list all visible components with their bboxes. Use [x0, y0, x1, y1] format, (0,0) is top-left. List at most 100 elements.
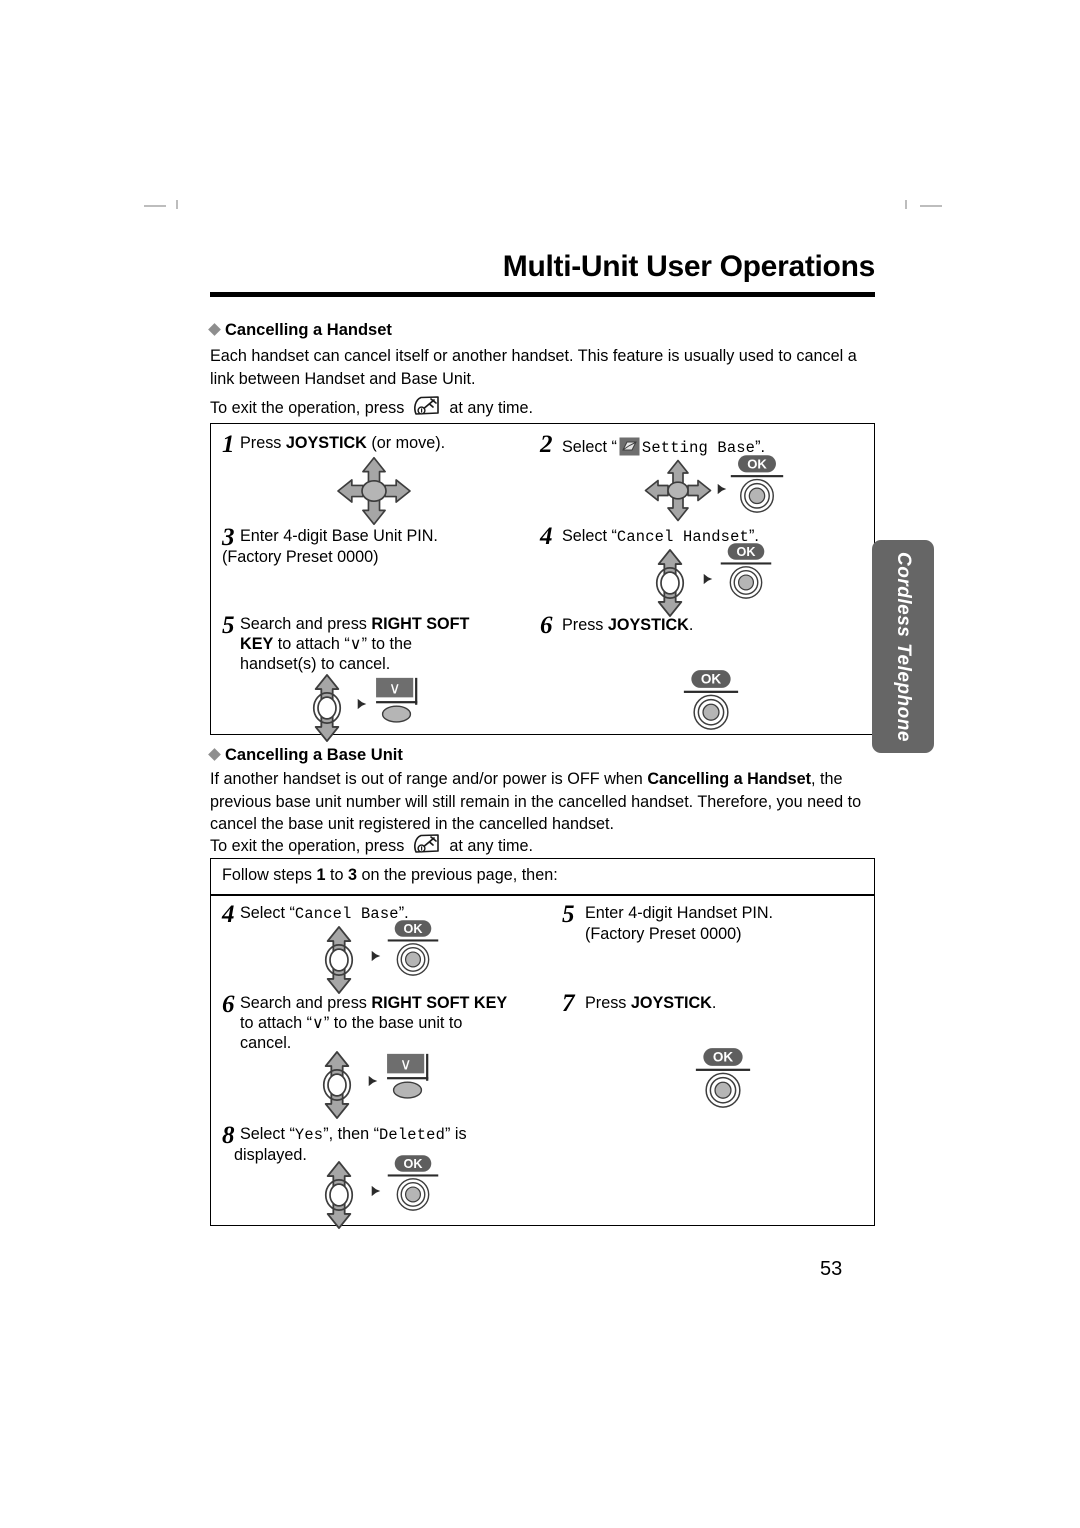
section-heading-cancelling-handset: Cancelling a Handset	[208, 321, 392, 340]
section2-exit-suffix: at any time.	[449, 837, 534, 855]
ok-button-icon: OK	[682, 670, 740, 732]
side-tab-label: Cordless Telephone	[893, 551, 914, 742]
step-5-text-line1: Search and press RIGHT SOFT	[240, 615, 470, 633]
page-title: Multi-Unit User Operations	[502, 250, 876, 283]
follow-note-mid: to	[325, 866, 348, 884]
svg-text:OK: OK	[747, 456, 767, 471]
setting-base-display-icon	[619, 437, 640, 456]
arrow-right-icon	[370, 949, 382, 963]
step-s2-5-number: 5	[562, 901, 575, 928]
joystick-4way-icon	[335, 455, 413, 527]
step-s2-5-text-line1: Enter 4-digit Handset PIN.	[585, 904, 774, 922]
diamond-bullet-icon	[208, 748, 221, 761]
section2-para-pre: If another handset is out of range and/o…	[210, 770, 648, 788]
arrow-right-icon	[370, 1184, 382, 1198]
ok-button-icon: OK	[719, 543, 773, 601]
joystick-vertical-icon	[315, 1050, 359, 1120]
step-s2-4-text-pre: Select “	[240, 904, 295, 922]
step-s2-6-text-line2: to attach “∨” to the base unit to	[240, 1014, 463, 1032]
section1-heading-text: Cancelling a Handset	[225, 321, 392, 339]
diamond-bullet-icon	[208, 323, 221, 336]
step-s2-8-text-pre: Select “	[240, 1125, 295, 1143]
step-5-text-line2: KEY to attach “∨” to the	[240, 635, 413, 653]
step-s2-6-text-line1: Search and press RIGHT SOFT KEY	[240, 994, 508, 1012]
step-s2-8-text-mono: Yes	[294, 1126, 324, 1144]
step-3-text-line2: (Factory Preset 0000)	[222, 548, 379, 566]
ok-button-icon: OK	[386, 1155, 440, 1213]
svg-text:OK: OK	[701, 672, 722, 687]
step-s2-8-number: 8	[222, 1122, 235, 1149]
follow-steps-note: Follow steps 1 to 3 on the previous page…	[222, 866, 558, 885]
step-s2-8-text-post: ” is	[445, 1125, 467, 1143]
crop-mark-top-right-vert	[905, 200, 907, 209]
right-soft-key-icon: ∨	[385, 1052, 443, 1104]
ok-button-icon: OK	[729, 455, 785, 515]
step-2-text-post: ”.	[755, 438, 766, 456]
exit-key-icon	[412, 395, 442, 418]
step-s2-7-number: 7	[562, 990, 575, 1017]
arrow-right-icon	[367, 1074, 379, 1088]
svg-text:∨: ∨	[389, 681, 401, 698]
step-s2-8-text-line1: Select “Yes”, then “Deleted” is	[240, 1124, 580, 1146]
svg-text:OK: OK	[404, 922, 423, 936]
svg-text:∨: ∨	[400, 1057, 412, 1074]
step-s2-8-text-mid: ”, then “	[323, 1125, 379, 1143]
joystick-vertical-icon	[317, 1160, 361, 1230]
exit-key-icon	[412, 833, 442, 856]
step-4-text: Select “Cancel Handset”.	[562, 526, 862, 548]
arrow-right-icon	[356, 697, 368, 711]
right-soft-key-icon: ∨	[374, 676, 432, 728]
step-5-number: 5	[222, 612, 235, 639]
step-s2-8-text-mono2: Deleted	[378, 1126, 446, 1144]
ok-button-icon: OK	[386, 920, 440, 978]
arrow-right-icon	[702, 572, 714, 586]
step-s2-7-text: Press JOYSTICK.	[585, 994, 717, 1012]
section2-para-bold: Cancelling a Handset	[647, 770, 812, 788]
crop-mark-top-right	[920, 205, 942, 207]
steps-box-divider	[210, 894, 875, 896]
joystick-4way-icon	[643, 458, 713, 523]
step-s2-4-text-mono: Cancel Base	[294, 905, 399, 923]
step-6-number: 6	[540, 612, 553, 639]
section2-exit-prefix: To exit the operation, press	[210, 837, 405, 855]
step-s2-6-text-line3: cancel.	[240, 1034, 292, 1052]
section1-paragraph: Each handset can cancel itself or anothe…	[210, 347, 857, 388]
section2-paragraph: If another handset is out of range and/o…	[210, 768, 878, 836]
section1-exit-line: To exit the operation, press at any time…	[210, 390, 875, 420]
joystick-vertical-icon	[305, 673, 349, 743]
step-2-text: Select “Setting Base”.	[562, 433, 862, 459]
step-1-text: Press JOYSTICK (or move).	[240, 434, 446, 452]
step-4-text-pre: Select “	[562, 527, 617, 545]
section1-exit-suffix: at any time.	[449, 399, 534, 417]
section2-heading-text: Cancelling a Base Unit	[225, 746, 403, 764]
joystick-vertical-icon	[648, 548, 692, 618]
step-6-text: Press JOYSTICK.	[562, 616, 694, 634]
side-tab-cordless-telephone: Cordless Telephone	[872, 540, 934, 753]
section1-exit-prefix: To exit the operation, press	[210, 399, 405, 417]
step-2-number: 2	[540, 431, 553, 458]
step-s2-6-number: 6	[222, 991, 235, 1018]
section-heading-cancelling-base-unit: Cancelling a Base Unit	[208, 746, 403, 765]
step-3-text-line1: Enter 4-digit Base Unit PIN.	[240, 527, 438, 545]
step-5-text-line3: handset(s) to cancel.	[240, 655, 391, 673]
svg-text:OK: OK	[713, 1050, 734, 1065]
follow-note-pre: Follow steps	[222, 866, 317, 884]
step-2-text-pre: Select “	[562, 438, 617, 456]
follow-note-post: on the previous page, then:	[357, 866, 558, 884]
ok-button-icon: OK	[694, 1048, 752, 1110]
joystick-vertical-icon	[317, 925, 361, 995]
title-rule	[210, 292, 875, 297]
crop-mark-top-left	[144, 205, 166, 207]
arrow-right-icon	[716, 482, 728, 496]
crop-mark-top-left-vert	[176, 200, 178, 209]
svg-text:OK: OK	[737, 545, 756, 559]
step-4-number: 4	[540, 523, 553, 550]
step-1-number: 1	[222, 431, 235, 458]
step-s2-5-text-line2: (Factory Preset 0000)	[585, 925, 742, 943]
step-s2-4-number: 4	[222, 901, 235, 928]
follow-note-n2: 3	[347, 866, 357, 884]
section2-exit-line: To exit the operation, press at any time…	[210, 828, 878, 858]
manual-page: Multi-Unit User Operations Cancelling a …	[0, 0, 1080, 1528]
page-number: 53	[820, 1258, 843, 1280]
svg-text:OK: OK	[404, 1157, 423, 1171]
